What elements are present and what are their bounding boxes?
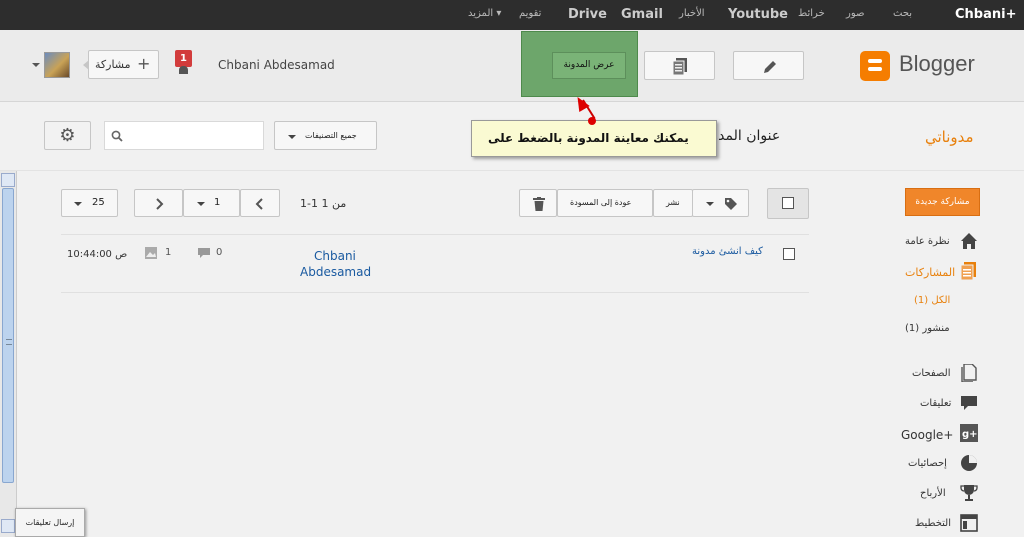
vertical-scrollbar[interactable] — [0, 171, 17, 537]
per-page-select[interactable]: 25 — [61, 189, 118, 217]
sidebar-item-published[interactable]: منشور (1) — [905, 323, 950, 334]
arrow-dot — [588, 117, 596, 125]
layout-icon — [960, 514, 978, 532]
tag-icon — [725, 198, 737, 210]
sidebar-item-layout[interactable]: التخطيط — [915, 518, 951, 529]
post-author-line1[interactable]: Chbani — [314, 249, 356, 263]
post-checkbox[interactable] — [783, 248, 795, 260]
select-all-checkbox[interactable] — [782, 197, 794, 209]
comment-icon — [198, 248, 210, 258]
blogger-logo-icon[interactable] — [860, 51, 890, 81]
page-number: 1 — [214, 197, 221, 208]
search-link[interactable]: بحث — [893, 8, 912, 19]
sidebar-item-all-posts[interactable]: الكل (1) — [914, 295, 950, 306]
posts-icon — [960, 262, 976, 280]
delete-button[interactable] — [519, 189, 557, 217]
calendar-link[interactable]: تقويم — [519, 8, 541, 19]
posts-list-button[interactable] — [644, 51, 715, 80]
bell-icon — [179, 66, 188, 74]
scroll-up-button[interactable] — [1, 173, 15, 187]
home-icon — [961, 233, 977, 249]
news-link[interactable]: الأخبار — [679, 8, 705, 19]
post-title-link[interactable]: كيف انشئ مدونة — [692, 246, 763, 257]
avatar[interactable] — [44, 52, 70, 78]
drive-link[interactable]: Drive — [568, 7, 607, 22]
youtube-link[interactable]: Youtube — [728, 7, 788, 22]
publish-label: نشر — [666, 198, 680, 207]
trash-icon — [533, 197, 545, 211]
gear-icon: ⚙ — [59, 125, 76, 146]
user-name: Chbani Abdesamad — [218, 58, 335, 72]
sidebar-item-stats[interactable]: إحصائيات — [908, 458, 947, 469]
sidebar-item-earnings[interactable]: الأرباح — [920, 488, 946, 499]
sidebar-item-pages[interactable]: الصفحات — [912, 368, 950, 379]
sidebar-item-posts[interactable]: المشاركات — [905, 266, 955, 279]
images-link[interactable]: صور — [846, 8, 865, 19]
chevron-down-icon — [288, 135, 296, 139]
row-divider — [61, 234, 809, 235]
page-icon — [961, 364, 977, 382]
maps-link[interactable]: خرائط — [798, 8, 825, 19]
per-page-value: 25 — [92, 197, 105, 208]
annotation-callout: يمكنك معاينة المدونة بالضغط على — [471, 120, 717, 157]
svg-text:g+: g+ — [962, 429, 978, 440]
blogger-logo-text[interactable]: Blogger — [899, 51, 975, 77]
view-blog-button[interactable]: عرض المدونة — [552, 52, 626, 79]
send-feedback-button[interactable]: إرسال تعليقات — [15, 508, 85, 537]
page-select[interactable]: 1 — [183, 189, 240, 217]
more-menu[interactable]: المزيد ▾ — [468, 8, 501, 19]
scroll-down-button[interactable] — [1, 519, 15, 533]
settings-button[interactable]: ⚙ — [44, 121, 91, 150]
sidebar-item-overview[interactable]: نظرة عامة — [905, 236, 950, 247]
labels-button[interactable] — [692, 189, 749, 217]
comment-icon — [961, 396, 977, 410]
chevron-down-icon — [706, 202, 714, 206]
gmail-link[interactable]: Gmail — [621, 7, 663, 22]
pencil-icon — [764, 61, 776, 73]
blogger-header: مشاركة + 1 Chbani Abdesamad عرض المدونة … — [0, 30, 1024, 102]
row-divider — [61, 292, 809, 293]
chevron-right-icon — [156, 198, 164, 210]
chevron-left-icon — [255, 198, 263, 210]
image-icon — [145, 247, 157, 259]
divider — [0, 170, 1024, 171]
post-time: 10:44:00 ص — [67, 249, 128, 260]
revert-label: عودة إلى المسودة — [570, 198, 632, 207]
sidebar-item-google-plus[interactable]: Google+ — [901, 428, 953, 442]
search-icon — [111, 130, 123, 142]
prev-page-button[interactable] — [134, 189, 183, 217]
chevron-down-icon — [74, 202, 82, 206]
account-link[interactable]: Chbani+ — [955, 7, 1016, 22]
publish-button[interactable]: نشر — [653, 189, 693, 217]
new-post-button[interactable]: مشاركة جديدة — [905, 188, 980, 216]
select-all-button[interactable] — [767, 188, 809, 219]
page-info: 1-1 من 1 — [300, 197, 347, 210]
sidebar-item-comments[interactable]: تعليقات — [920, 398, 951, 409]
post-author-line2[interactable]: Abdesamad — [300, 265, 371, 279]
my-blogs-link[interactable]: مدوناتي — [925, 128, 974, 146]
plus-icon: + — [137, 54, 151, 73]
revert-to-draft-button[interactable]: عودة إلى المسودة — [557, 189, 653, 217]
next-page-button[interactable] — [240, 189, 280, 217]
comment-count: 0 — [216, 247, 223, 258]
share-label: مشاركة — [95, 58, 131, 71]
copy-icon — [672, 58, 687, 76]
pie-chart-icon — [961, 455, 977, 471]
scroll-thumb[interactable] — [2, 188, 14, 483]
google-top-bar: Chbani+ بحث صور خرائط Youtube الأخبار Gm… — [0, 0, 1024, 30]
chevron-down-icon[interactable] — [32, 63, 40, 67]
labels-filter-dropdown[interactable]: جميع التصنيفات — [274, 121, 377, 150]
share-button[interactable]: مشاركة + — [83, 50, 159, 79]
notification-badge[interactable]: 1 — [175, 50, 192, 67]
view-count: 1 — [165, 247, 172, 258]
search-input[interactable] — [104, 121, 264, 150]
google-plus-icon: g+ — [960, 424, 978, 442]
labels-filter-label: جميع التصنيفات — [305, 131, 357, 140]
chevron-down-icon — [197, 202, 205, 206]
trophy-icon — [960, 485, 978, 501]
new-post-pencil-button[interactable] — [733, 51, 804, 80]
